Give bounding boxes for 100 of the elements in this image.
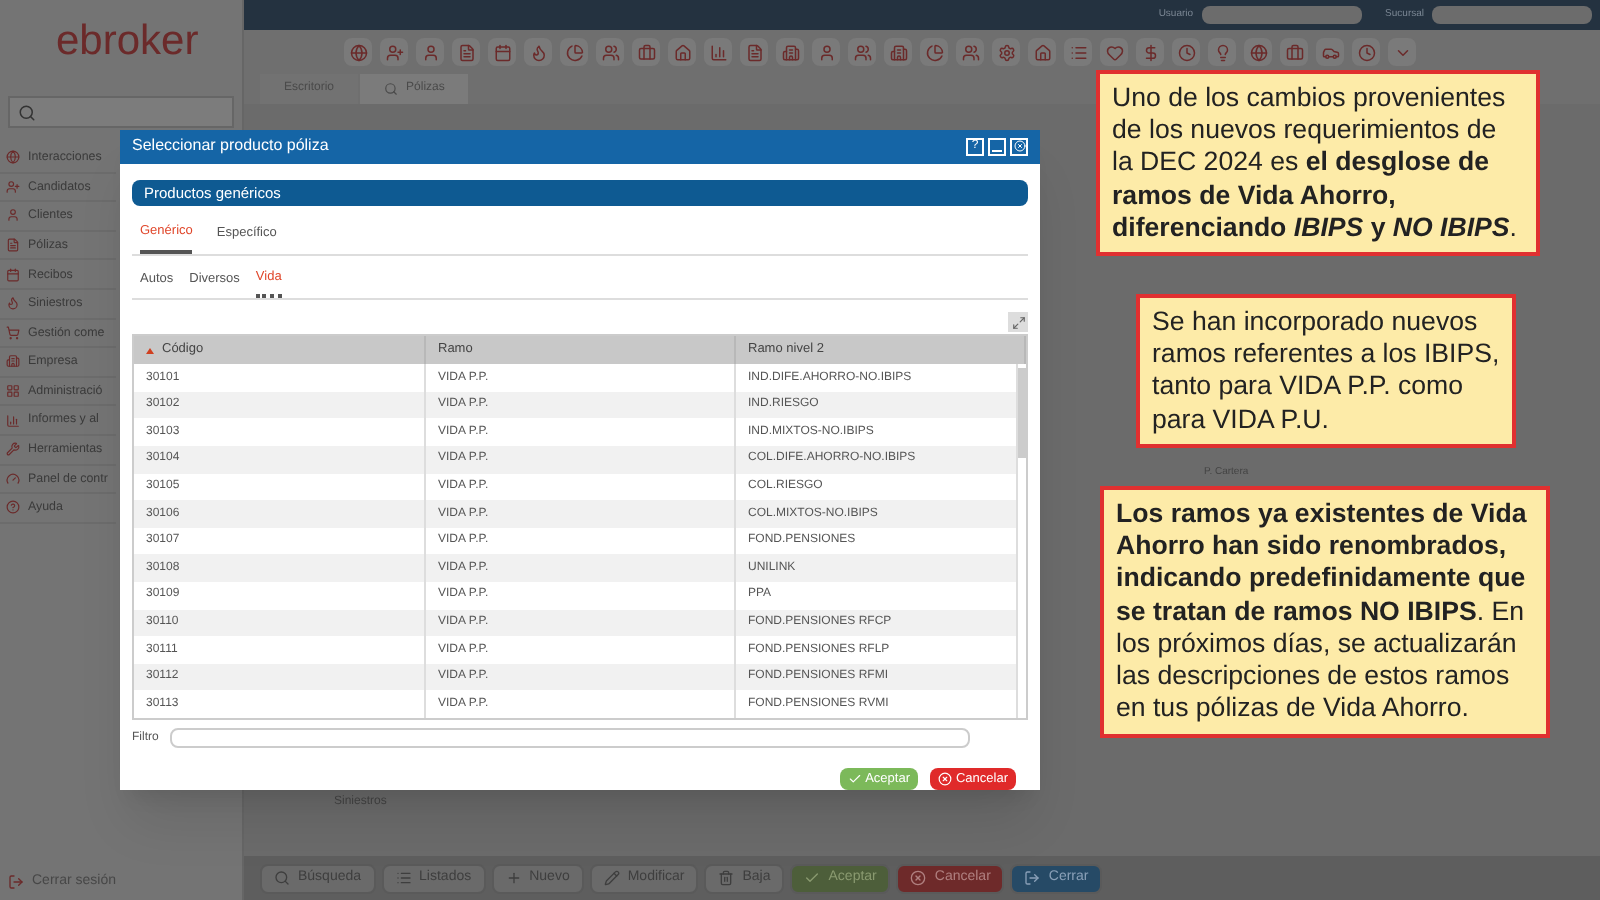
toolbar-button[interactable] (1028, 38, 1056, 66)
user-plus-icon (6, 179, 20, 194)
document-icon (457, 43, 475, 61)
toolbar-button[interactable] (1352, 38, 1380, 66)
search-icon (384, 82, 399, 96)
exit-icon (1024, 870, 1041, 886)
search-icon (18, 103, 36, 121)
document-icon (6, 238, 20, 253)
flame-icon (529, 43, 547, 61)
toolbar-button[interactable] (524, 38, 552, 66)
branch-field[interactable] (1432, 6, 1592, 24)
toolbar-button[interactable] (488, 38, 516, 66)
toolbar-button[interactable] (848, 38, 876, 66)
check-icon (804, 870, 821, 886)
toolbar-button[interactable] (344, 38, 372, 66)
plus-icon (505, 870, 522, 886)
globe-icon (349, 43, 367, 61)
cart-icon (6, 325, 20, 340)
toolbar-button[interactable] (1136, 38, 1164, 66)
check-icon (847, 772, 862, 786)
toolbar-button[interactable] (1280, 38, 1308, 66)
flame-icon (6, 296, 20, 311)
callout-note: Los ramos ya existentes de Vida Ahorro han sido renombrados, indicando predefinidamente que se tratan de ramos NO IBIPS. En los próximos días, se actualizarán las descripciones de estos ramos en tus pólizas de Vida Ahorro. (1100, 486, 1550, 738)
users-icon (601, 43, 619, 61)
lightbulb-icon (1213, 43, 1231, 61)
expand-button[interactable] (1008, 312, 1028, 333)
building-icon (889, 43, 907, 61)
gear-icon (997, 43, 1015, 61)
close-icon (910, 870, 927, 886)
close-button[interactable] (1010, 137, 1028, 156)
calendar-icon (493, 43, 511, 61)
sort-icon (146, 347, 154, 354)
toolbar-button[interactable] (920, 38, 948, 66)
pie-chart-icon (925, 43, 943, 61)
clock-icon (1357, 43, 1375, 61)
list-icon (395, 870, 412, 886)
calendar-icon (6, 267, 20, 282)
close-icon (937, 772, 952, 786)
toolbar-button[interactable] (668, 38, 696, 66)
search-icon (274, 870, 290, 886)
gauge-icon (6, 471, 20, 486)
toolbar-button[interactable] (1208, 38, 1236, 66)
users-icon (853, 43, 871, 61)
toolbar-button[interactable] (596, 38, 624, 66)
house-icon (673, 43, 691, 61)
bar-chart-icon (6, 413, 20, 428)
trash-icon (718, 870, 735, 886)
help-icon (6, 500, 20, 515)
expand-icon (1011, 315, 1025, 330)
briefcase-icon (637, 43, 655, 61)
toolbar-button[interactable] (992, 38, 1020, 66)
minimize-button[interactable] (988, 137, 1006, 156)
user-field[interactable] (1201, 6, 1362, 24)
user-icon (6, 208, 20, 223)
logo: ebroker (56, 19, 199, 61)
toolbar-button[interactable] (1100, 38, 1128, 66)
heart-icon (1105, 43, 1123, 61)
dialog-title: Seleccionar producto póliza (132, 134, 329, 159)
bar-chart-icon (709, 43, 727, 61)
wrench-icon (6, 442, 20, 457)
toolbar-button[interactable] (1064, 38, 1092, 66)
grid-icon (6, 384, 20, 399)
toolbar-button[interactable] (452, 38, 480, 66)
toolbar-button[interactable] (776, 38, 804, 66)
document-icon (745, 43, 763, 61)
filter-field[interactable] (170, 728, 971, 748)
toolbar-button[interactable] (1172, 38, 1200, 66)
close-icon (1013, 140, 1025, 153)
toolbar-button[interactable] (1388, 38, 1416, 66)
toolbar-button[interactable] (704, 38, 732, 66)
toolbar-button[interactable] (884, 38, 912, 66)
toolbar-button[interactable] (1244, 38, 1272, 66)
list-icon (1069, 43, 1087, 61)
clock-icon (1177, 43, 1195, 61)
scrollbar-thumb[interactable] (1018, 368, 1026, 459)
pencil-icon (603, 870, 620, 886)
globe-icon (6, 150, 20, 165)
search-field[interactable] (8, 96, 234, 128)
users-icon (961, 43, 979, 61)
globe-icon (1249, 43, 1267, 61)
house-icon (1033, 43, 1051, 61)
toolbar-button[interactable] (380, 38, 408, 66)
toolbar-button[interactable] (560, 38, 588, 66)
pie-chart-icon (565, 43, 583, 61)
exit-icon (8, 873, 24, 890)
user-plus-icon (385, 43, 403, 61)
user-icon (817, 43, 835, 61)
briefcase-icon (1285, 43, 1303, 61)
building-icon (6, 354, 20, 369)
callout-note: Uno de los cambios provenientes de los nuevos requerimientos de la DEC 2024 es el desglose de ramos de Vida Ahorro, diferenciando IBIPS y NO IBIPS. (1096, 70, 1540, 257)
car-icon (1321, 43, 1339, 61)
toolbar-button[interactable] (740, 38, 768, 66)
building-icon (781, 43, 799, 61)
toolbar-button[interactable] (632, 38, 660, 66)
dollar-icon (1141, 43, 1159, 61)
callout-note: Se han incorporado nuevos ramos referentes a los IBIPS, tanto para VIDA P.P. como para VIDA P.U. (1136, 294, 1516, 448)
toolbar-button[interactable] (812, 38, 840, 66)
toolbar-button[interactable] (416, 38, 444, 66)
toolbar-button[interactable] (1316, 38, 1344, 66)
toolbar-button[interactable] (956, 38, 984, 66)
